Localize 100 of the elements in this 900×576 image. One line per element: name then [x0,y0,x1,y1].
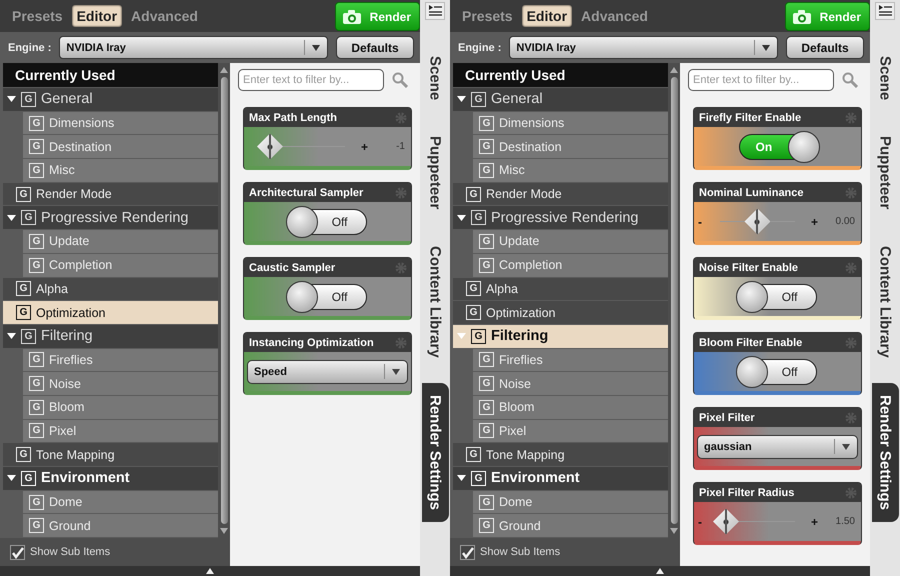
tree-item[interactable]: G Destination [23,135,218,158]
card-title: Firefly Filter Enable [699,112,802,124]
tree-item[interactable]: G Alpha [3,278,218,300]
gear-icon [845,336,857,348]
gear-icon [395,262,407,274]
tree-item[interactable]: G Dome [23,490,218,514]
expanded-arrow-icon [457,332,466,340]
tree-item[interactable]: G Misc [473,159,668,182]
tree-item[interactable]: G Tone Mapping [3,443,218,466]
scrollbar[interactable] [668,63,680,538]
checkbox-label: Show Sub Items [480,546,560,558]
checkbox[interactable] [10,544,25,560]
tree-item[interactable]: G General [453,88,668,111]
tree-item[interactable]: G Pixel [23,420,218,442]
defaults-button[interactable]: Defaults [786,36,864,59]
engine-dropdown[interactable]: NVIDIA Iray [59,36,328,59]
toggle-switch[interactable]: Off [738,358,816,384]
tree-item[interactable]: G Render Mode [453,182,668,206]
tree-item[interactable]: G Misc [23,159,218,182]
tree-item[interactable]: G Completion [473,254,668,276]
engine-label: Engine : [8,42,52,54]
tree-item[interactable]: G Dimensions [473,112,668,134]
card-title: Caustic Sampler [249,262,336,274]
tab[interactable]: Editor [72,5,122,27]
tree-item[interactable]: G Update [23,230,218,253]
tab[interactable]: Editor [522,5,572,27]
tree-item[interactable]: G Dimensions [23,112,218,134]
tree-item[interactable]: G Ground [23,514,218,538]
tree-item[interactable]: G Fireflies [473,348,668,372]
tree-item[interactable]: G Ground [473,514,668,538]
side-tab[interactable]: Puppeteer [422,132,448,214]
tree-item[interactable]: G Bloom [23,396,218,419]
dropdown[interactable]: Speed [247,360,408,384]
plus-label: + [810,514,818,528]
side-tab[interactable]: Render Settings [872,383,898,522]
toggle-switch[interactable]: Off [288,284,366,310]
engine-dropdown[interactable]: NVIDIA Iray [509,36,778,59]
tree-item[interactable]: G Update [473,230,668,253]
expand-up-icon [206,568,214,574]
tree-item[interactable]: G Destination [473,135,668,158]
checkmark-icon [11,546,24,558]
tree-item[interactable]: G Bloom [473,396,668,419]
tree-item[interactable]: G Filtering [3,324,218,348]
side-tab[interactable]: Content Library [422,242,448,362]
tree-item[interactable]: G Noise [473,372,668,395]
scrollbar[interactable] [218,63,230,538]
slider-value: 1.50 [834,516,855,527]
tree-item[interactable]: G Progressive Rendering [3,206,218,230]
card-title: Nominal Luminance [699,186,804,198]
tab[interactable]: Advanced [126,5,203,27]
scroll-thumb[interactable] [220,77,228,524]
side-tab[interactable]: Scene [422,52,448,104]
side-tab[interactable]: Scene [872,52,898,104]
expanded-arrow-icon [7,214,16,222]
tree-item[interactable]: G Fireflies [23,348,218,372]
gear-icon [845,186,857,198]
tab[interactable]: Advanced [576,5,653,27]
filter-field[interactable]: Enter text to filter by... [688,69,834,91]
filter-field[interactable]: Enter text to filter by... [238,69,384,91]
tree-item[interactable]: G Progressive Rendering [453,206,668,230]
caret-icon [761,44,771,52]
tree-item[interactable]: G Noise [23,372,218,395]
scroll-thumb[interactable] [670,77,678,524]
tree-item[interactable]: G Environment [453,467,668,490]
dropdown[interactable]: gaussian [697,434,858,458]
scroll-down-icon [220,528,228,534]
gear-icon [845,262,857,274]
tree-item[interactable]: G Render Mode [3,182,218,206]
menu-icon [875,2,895,20]
checkmark-icon [461,546,474,558]
tree-item[interactable]: G General [3,88,218,111]
gear-icon [845,412,857,424]
tree-item[interactable]: G Optimization [3,301,218,324]
tree-item[interactable]: G Alpha [453,278,668,300]
tree-item[interactable]: G Environment [3,467,218,490]
tree-header: Currently Used [3,63,218,87]
side-tab[interactable]: Puppeteer [872,132,898,214]
tree-item[interactable]: G Tone Mapping [453,443,668,466]
tree-item[interactable]: G Filtering [453,324,668,348]
expanded-arrow-icon [7,95,16,104]
defaults-button[interactable]: Defaults [336,36,414,59]
toggle-switch[interactable]: Off [738,284,816,310]
gear-icon [395,336,407,348]
tab[interactable]: Presets [457,5,518,27]
tab[interactable]: Presets [7,5,68,27]
tree-item[interactable]: G Optimization [453,301,668,324]
toggle-switch[interactable]: Off [288,208,366,234]
checkbox-label: Show Sub Items [30,546,110,558]
card-title: Noise Filter Enable [699,262,798,274]
tree-item[interactable]: G Completion [23,254,218,276]
side-tab[interactable]: Content Library [872,242,898,362]
checkbox[interactable] [460,544,475,560]
gear-icon [845,486,857,498]
tree-item[interactable]: G Pixel [473,420,668,442]
slider-value: -1 [395,141,405,152]
card-title: Max Path Length [249,112,338,124]
caret-icon [841,442,851,450]
side-tab[interactable]: Render Settings [422,383,448,522]
tree-item[interactable]: G Dome [473,490,668,514]
expanded-arrow-icon [7,474,16,482]
